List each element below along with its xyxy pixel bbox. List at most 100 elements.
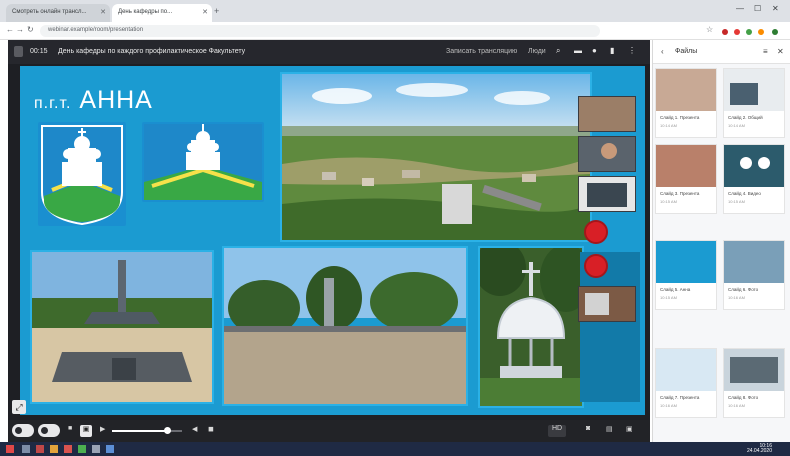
search-taskbar-icon[interactable] <box>22 445 30 453</box>
extension-icon[interactable] <box>722 29 728 35</box>
profile-avatar[interactable] <box>772 29 778 35</box>
start-icon[interactable] <box>6 445 14 453</box>
extension-icon[interactable] <box>734 29 740 35</box>
extension-icon[interactable] <box>758 29 764 35</box>
participant-video-tile[interactable] <box>578 96 636 132</box>
file-card[interactable]: Слайд 7. Презента 10:16 AM <box>655 348 717 418</box>
file-card[interactable]: Слайд 3. Презента 10:15 AM <box>655 144 717 214</box>
os-taskbar: 10:16 24.04.2020 <box>0 442 790 456</box>
file-card-time: 10:14 AM <box>660 123 677 128</box>
park-photo <box>222 246 468 406</box>
people-label[interactable]: Люди <box>528 48 546 55</box>
church-dome-photo <box>478 246 584 408</box>
participant-avatar-red[interactable] <box>584 254 608 278</box>
participant-video-tile[interactable] <box>578 286 636 322</box>
file-card-caption: Слайд 4. Видео <box>728 191 761 196</box>
panel-header: ‹ Файлы ≡ ✕ <box>653 40 790 64</box>
participant-video-tile[interactable] <box>578 136 636 172</box>
file-card-time: 10:14 AM <box>728 123 745 128</box>
address-bar-row: ← → ↻ webinar.example/room/presentation … <box>0 22 790 40</box>
browser-tab[interactable]: Смотреть онлайн трансл... ✕ <box>6 4 110 22</box>
browser-tab-active[interactable]: День кафедры по... ✕ <box>112 4 212 22</box>
back-icon[interactable]: ← <box>6 25 14 34</box>
file-card-time: 10:15 AM <box>728 199 745 204</box>
folder-icon[interactable] <box>50 445 58 453</box>
url-input[interactable]: webinar.example/room/presentation <box>40 25 600 37</box>
files-panel: ‹ Файлы ≡ ✕ Слайд 1. Презента 10:14 AM С… <box>652 40 790 442</box>
monument-photo <box>30 250 214 404</box>
extension-icon[interactable] <box>746 29 752 35</box>
slide-title-name: АННА <box>79 86 153 114</box>
layout-icon[interactable]: ▤ <box>606 425 613 437</box>
more-icon[interactable]: ⋮ <box>628 46 636 55</box>
screen-share-icon[interactable]: ▣ <box>80 425 92 437</box>
new-tab-button[interactable]: + <box>214 6 219 16</box>
record-label[interactable]: Записать трансляцию <box>446 48 517 55</box>
coat-of-arms-flag <box>142 122 264 202</box>
taskbar-app-icon[interactable] <box>92 445 100 453</box>
file-card-caption: Слайд 1. Презента <box>660 115 700 120</box>
panel-menu-icon[interactable]: ≡ <box>763 47 768 56</box>
file-card[interactable]: Слайд 1. Презента 10:14 AM <box>655 68 717 138</box>
panel-close-icon[interactable]: ✕ <box>777 47 784 56</box>
playback-progress-fill <box>112 430 166 432</box>
clock-date: 24.04.2020 <box>746 448 772 454</box>
file-card-time: 10:15 AM <box>660 295 677 300</box>
meeting-control-bar: ■ ▣ ▶ ◀ ◼ HD ◙ ▤ ▣ <box>8 420 650 442</box>
taskbar-app-icon[interactable] <box>64 445 72 453</box>
exit-fullscreen-icon[interactable]: ▣ <box>626 425 633 437</box>
url-text: webinar.example/room/presentation <box>48 27 144 33</box>
close-tab-icon[interactable]: ✕ <box>100 8 106 16</box>
file-card[interactable]: Слайд 4. Видео 10:15 AM <box>723 144 785 214</box>
system-clock[interactable]: 10:16 24.04.2020 <box>747 444 772 454</box>
file-card[interactable]: Слайд 5. Анна 10:15 AM <box>655 240 717 310</box>
participant-avatar-red[interactable] <box>584 220 608 244</box>
camera-toggle[interactable] <box>38 424 60 437</box>
play-icon[interactable]: ▶ <box>100 425 105 437</box>
file-card-caption: Слайд 3. Презента <box>660 191 700 196</box>
file-card-caption: Слайд 5. Анна <box>660 287 691 292</box>
slide-title-prefix: п.г.т. <box>34 95 72 112</box>
chat-bubble-icon[interactable]: ◙ <box>586 425 590 437</box>
chrome-icon[interactable] <box>78 445 86 453</box>
close-window-icon[interactable]: ✕ <box>772 4 779 13</box>
file-card[interactable]: Слайд 6. Фото 10:16 AM <box>723 240 785 310</box>
file-card-caption: Слайд 8. Фото <box>728 395 759 400</box>
tab-label: Смотреть онлайн трансл... <box>12 9 87 15</box>
volume-icon[interactable]: ◀ <box>192 425 197 437</box>
user-icon[interactable]: ● <box>592 46 597 55</box>
bookmark-star-icon[interactable]: ☆ <box>706 25 713 34</box>
app-logo-icon <box>14 46 23 57</box>
file-card-time: 10:16 AM <box>660 403 677 408</box>
minimize-icon[interactable]: — <box>736 4 744 13</box>
maximize-icon[interactable]: ☐ <box>754 4 761 13</box>
settings-icon[interactable]: ◼ <box>208 425 214 437</box>
tab-label: День кафедры по... <box>118 9 173 15</box>
browser-tab-bar: Смотреть онлайн трансл... ✕ День кафедры… <box>0 0 790 22</box>
file-card-caption: Слайд 2. Общий <box>728 115 763 120</box>
close-tab-icon[interactable]: ✕ <box>202 8 208 16</box>
chat-icon[interactable]: ▬ <box>574 46 582 55</box>
file-card[interactable]: Слайд 8. Фото 10:16 AM <box>723 348 785 418</box>
participant-video-tile[interactable] <box>578 176 636 212</box>
file-card[interactable]: Слайд 2. Общий 10:14 AM <box>723 68 785 138</box>
stop-icon[interactable]: ■ <box>68 425 72 437</box>
meeting-app: 00:15 День кафедры по каждого профилакти… <box>8 40 650 442</box>
fullscreen-icon[interactable]: ⤢ <box>12 400 26 414</box>
quality-badge[interactable]: HD <box>548 425 567 437</box>
file-card-caption: Слайд 7. Презента <box>660 395 700 400</box>
taskbar-app-icon[interactable] <box>106 445 114 453</box>
forward-icon[interactable]: → <box>16 25 24 34</box>
mic-toggle[interactable] <box>12 424 34 437</box>
file-card-time: 10:15 AM <box>660 199 677 204</box>
presentation-slide: п.г.т. АННА <box>20 66 645 415</box>
search-icon[interactable]: ⌕ <box>556 46 560 56</box>
panel-title: Файлы <box>675 48 698 55</box>
playback-progress-knob[interactable] <box>164 427 171 434</box>
taskbar-app-icon[interactable] <box>36 445 44 453</box>
slide-title: п.г.т. АННА <box>34 86 153 115</box>
reload-icon[interactable]: ↻ <box>27 25 34 34</box>
lock-icon[interactable]: ▮ <box>610 46 614 55</box>
file-card-time: 10:16 AM <box>728 403 745 408</box>
panel-back-icon[interactable]: ‹ <box>661 47 664 56</box>
